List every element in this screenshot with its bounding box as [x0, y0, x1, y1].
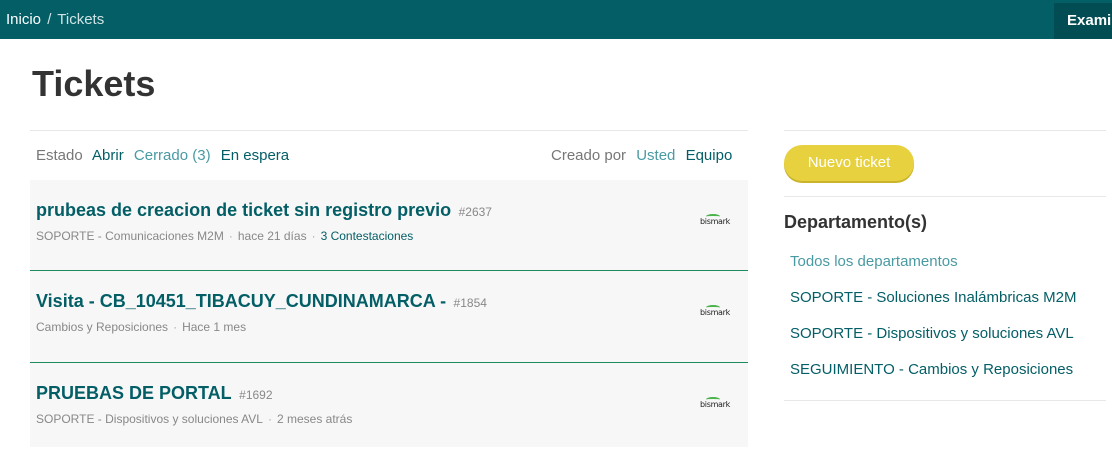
department-link-avl[interactable]: SOPORTE - Dispositivos y soluciones AVL: [790, 325, 1074, 342]
ticket-department: SOPORTE - Dispositivos y soluciones AVL: [36, 412, 263, 426]
filter-status-open[interactable]: Abrir: [92, 147, 124, 164]
ticket-title-link[interactable]: PRUEBAS DE PORTAL: [36, 383, 232, 403]
meta-separator: ·: [267, 412, 272, 426]
ticket-meta: SOPORTE - Dispositivos y soluciones AVL ·…: [36, 412, 352, 426]
breadcrumb-home-link[interactable]: Inicio: [6, 11, 41, 28]
page-title: Tickets: [32, 63, 156, 104]
departments-heading: Departamento(s): [784, 212, 928, 232]
filter-created-by-team[interactable]: Equipo: [686, 147, 733, 164]
ticket-number: #1692: [239, 388, 273, 402]
company-logo: bismark: [698, 305, 732, 321]
filter-status-closed[interactable]: Cerrado (3): [134, 147, 211, 164]
breadcrumb-separator: /: [47, 11, 52, 28]
meta-separator: ·: [173, 320, 178, 334]
created-by-filter: Creado por Usted Equipo: [551, 147, 738, 164]
sidebar-divider: [784, 130, 1106, 131]
ticket-time: 2 meses atrás: [276, 412, 353, 426]
status-filter: Estado Abrir Cerrado (3) En espera: [36, 147, 295, 164]
ticket-title-link[interactable]: Visita - CB_10451_TIBACUY_CUNDINAMARCA -: [36, 291, 446, 311]
ticket-number: #2637: [458, 205, 492, 219]
browse-button[interactable]: Examinar: [1054, 3, 1112, 39]
status-filter-label: Estado: [36, 147, 83, 164]
department-link-replacements[interactable]: SEGUIMIENTO - Cambios y Reposiciones: [790, 361, 1073, 378]
ticket-number: #1854: [453, 296, 487, 310]
meta-separator: ·: [228, 229, 233, 243]
ticket-department: Cambios y Reposiciones: [36, 320, 169, 334]
filter-status-on-hold[interactable]: En espera: [221, 147, 289, 164]
new-ticket-button[interactable]: Nuevo ticket: [784, 145, 914, 181]
department-link-all[interactable]: Todos los departamentos: [790, 253, 958, 270]
logo-text: bismark: [700, 217, 730, 226]
ticket-meta: Cambios y Reposiciones · Hace 1 mes: [36, 320, 246, 334]
ticket-title-line: prubeas de creacion de ticket sin regist…: [36, 200, 492, 221]
ticket-row[interactable]: Visita - CB_10451_TIBACUY_CUNDINAMARCA -…: [30, 270, 748, 362]
ticket-row[interactable]: prubeas de creacion de ticket sin regist…: [30, 180, 748, 270]
department-link-m2m[interactable]: SOPORTE - Soluciones Inalámbricas M2M: [790, 289, 1077, 306]
ticket-time: Hace 1 mes: [182, 320, 247, 334]
meta-separator: ·: [311, 229, 316, 243]
ticket-row[interactable]: PRUEBAS DE PORTAL #1692 SOPORTE - Dispos…: [30, 362, 748, 447]
filter-bar: Estado Abrir Cerrado (3) En espera Cread…: [30, 130, 748, 180]
sidebar-divider: [784, 400, 1106, 401]
ticket-department: SOPORTE - Comunicaciones M2M: [36, 229, 224, 243]
logo-text: bismark: [700, 400, 730, 409]
created-by-filter-label: Creado por: [551, 147, 627, 164]
browse-button-label: Examinar: [1067, 12, 1112, 29]
sidebar-divider: [784, 196, 1106, 197]
breadcrumb: Inicio / Tickets: [6, 11, 104, 28]
ticket-title-line: PRUEBAS DE PORTAL #1692: [36, 383, 273, 404]
filter-created-by-you[interactable]: Usted: [636, 147, 675, 164]
company-logo: bismark: [698, 214, 732, 230]
company-logo: bismark: [698, 397, 732, 413]
ticket-title-link[interactable]: prubeas de creacion de ticket sin regist…: [36, 200, 451, 220]
breadcrumb-current: Tickets: [57, 11, 105, 28]
ticket-meta: SOPORTE - Comunicaciones M2M · hace 21 día…: [36, 229, 413, 243]
logo-text: bismark: [700, 308, 730, 317]
ticket-title-line: Visita - CB_10451_TIBACUY_CUNDINAMARCA -…: [36, 291, 487, 312]
ticket-replies-link[interactable]: 3 Contestaciones: [321, 229, 414, 243]
ticket-time: hace 21 días: [237, 229, 307, 243]
top-bar: Inicio / Tickets Examinar: [0, 0, 1112, 39]
